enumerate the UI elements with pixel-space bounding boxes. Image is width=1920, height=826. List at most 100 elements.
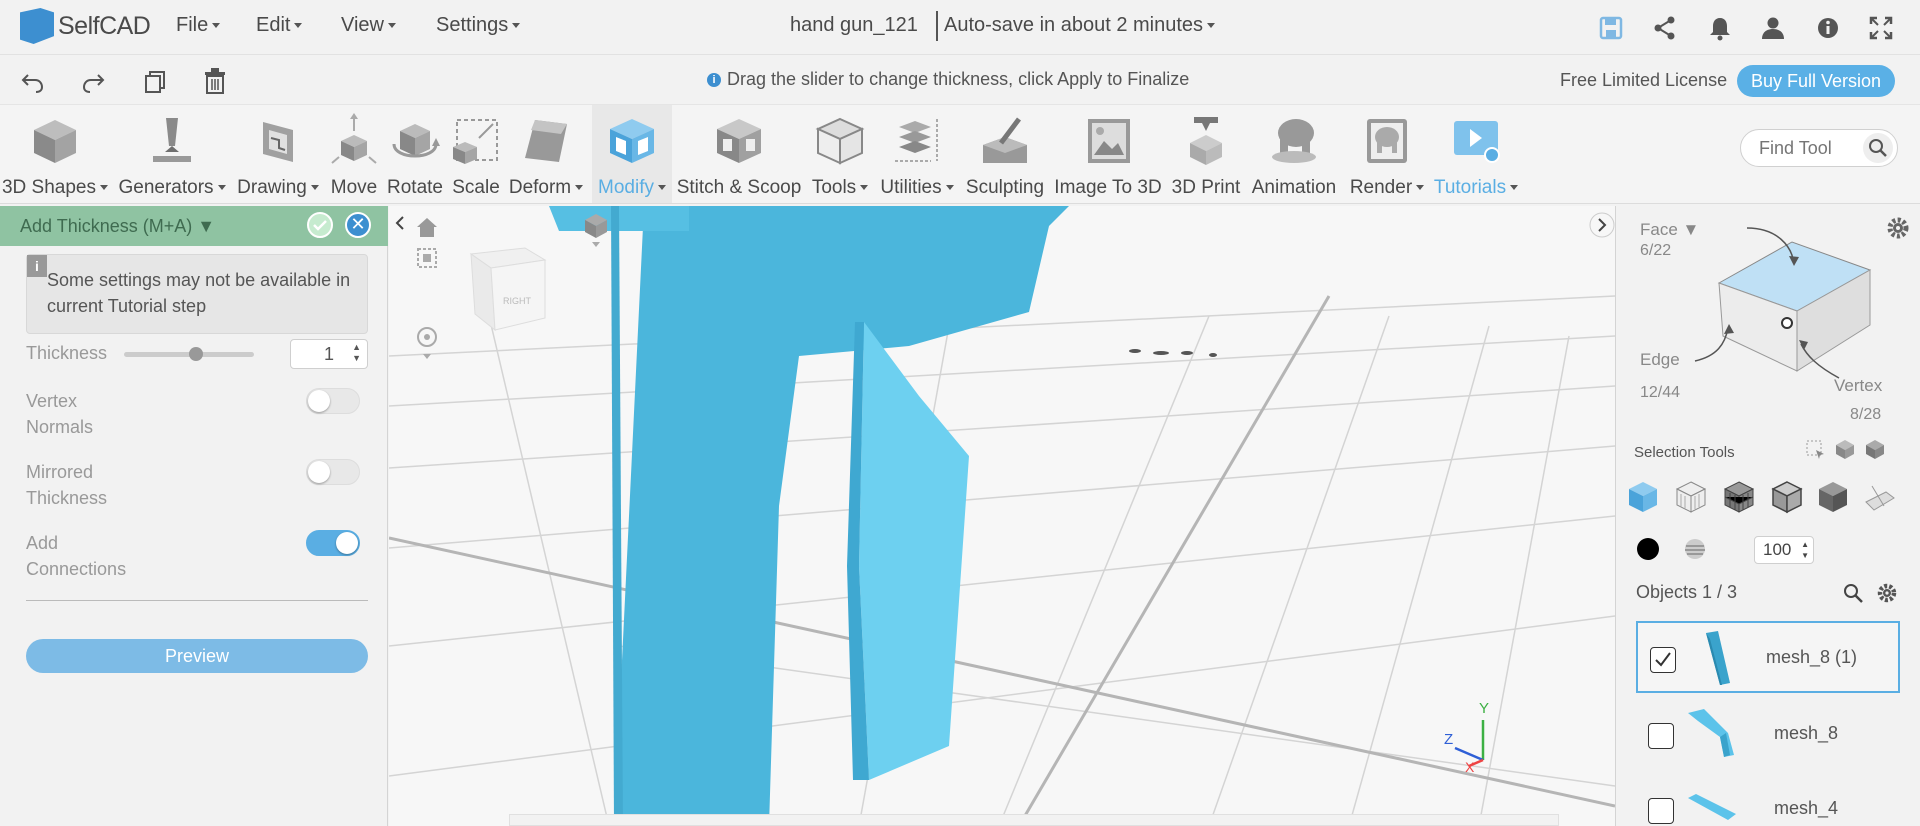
home-view-icon[interactable] (415, 216, 439, 240)
select-object-icon[interactable] (1770, 480, 1804, 514)
document-title[interactable]: hand gun_121 (790, 14, 918, 37)
object-name[interactable]: mesh_8 (1) (1766, 647, 1857, 668)
tool-modify[interactable]: Modify (592, 105, 672, 203)
preview-button[interactable]: Preview (26, 639, 368, 673)
select-face-icon[interactable] (1626, 480, 1660, 514)
animation-icon (1272, 119, 1316, 163)
view-mode-icon[interactable] (583, 212, 609, 250)
add-connections-toggle[interactable] (306, 530, 360, 556)
buy-full-version-button[interactable]: Buy Full Version (1737, 65, 1895, 97)
object-row[interactable]: mesh_8 (1636, 699, 1900, 771)
axis-x-label: X (1465, 759, 1475, 775)
collapse-left-panel-icon[interactable] (391, 214, 409, 232)
object-checkbox[interactable] (1648, 798, 1674, 824)
tool-render[interactable]: Render (1346, 105, 1428, 203)
tool-3d-shapes[interactable]: 3D Shapes (0, 105, 110, 203)
selected-face[interactable] (859, 322, 969, 780)
menu-bar: SelfCAD File Edit View Settings hand gun… (0, 0, 1920, 54)
tool-animation[interactable]: Animation (1246, 105, 1342, 203)
mirrored-thickness-toggle[interactable] (306, 459, 360, 485)
select-edge-icon[interactable] (1674, 480, 1708, 514)
menu-settings[interactable]: Settings (436, 14, 520, 37)
thickness-slider[interactable] (124, 347, 254, 361)
object-row[interactable]: mesh_4 (1636, 774, 1900, 826)
tool-hint: i Drag the slider to change thickness, c… (707, 69, 1189, 90)
tool-rotate[interactable]: Rotate (384, 105, 446, 203)
color-swatch[interactable] (1637, 538, 1659, 560)
object-name[interactable]: mesh_8 (1774, 723, 1838, 744)
select-plane-icon[interactable] (1862, 480, 1896, 514)
solid-select-icon[interactable] (1864, 438, 1886, 460)
grid-floor (389, 295, 1615, 826)
vertex-normals-toggle[interactable] (306, 388, 360, 414)
find-tool-search[interactable] (1740, 129, 1898, 167)
logo-icon (20, 8, 54, 44)
find-tool-input[interactable] (1759, 138, 1859, 159)
gear-icon[interactable] (1886, 216, 1910, 240)
collapse-right-panel-icon[interactable] (1589, 210, 1615, 240)
fullscreen-icon[interactable] (1868, 15, 1894, 41)
tool-deform[interactable]: Deform (506, 105, 586, 203)
tool-image-to-3d[interactable]: Image To 3D (1050, 105, 1166, 203)
tool-stitch-scoop[interactable]: Stitch & Scoop (676, 105, 802, 203)
object-thumbnail (1706, 631, 1730, 685)
object-row[interactable]: mesh_8 (1) (1636, 621, 1900, 693)
hand-gun-model[interactable] (539, 206, 1069, 826)
save-icon[interactable] (1598, 15, 1624, 41)
tool-move[interactable]: Move (324, 105, 384, 203)
search-objects-icon[interactable] (1842, 582, 1864, 604)
object-name[interactable]: mesh_4 (1774, 798, 1838, 819)
cube-select-icon[interactable] (1834, 438, 1856, 460)
object-thumbnail (1688, 794, 1736, 820)
undo-icon[interactable] (20, 69, 46, 95)
selfcad-logo[interactable]: SelfCAD (20, 8, 151, 44)
tool-tools[interactable]: Tools (806, 105, 874, 203)
generator-icon (153, 118, 191, 162)
thickness-slider-knob[interactable] (188, 347, 203, 361)
camera-orbit-icon[interactable] (414, 326, 440, 362)
texture-icon[interactable] (1682, 536, 1708, 562)
scene-canvas[interactable]: Y Z X (389, 206, 1615, 826)
tool-sculpting[interactable]: Sculpting (962, 105, 1048, 203)
tool-settings-panel: Add Thickness (M+A) ▼ ✕ i Some settings … (0, 206, 388, 826)
opacity-input[interactable]: 100 ▲ ▼ (1754, 536, 1814, 564)
drawing-icon (263, 122, 293, 162)
panel-title: Add Thickness (M+A) ▼ (20, 216, 216, 236)
info-icon[interactable] (1815, 15, 1841, 41)
tool-3d-print[interactable]: 3D Print (1166, 105, 1246, 203)
tool-generators[interactable]: Generators (116, 105, 228, 203)
object-checkbox[interactable] (1650, 647, 1676, 673)
close-button[interactable]: ✕ (345, 212, 371, 238)
menu-file[interactable]: File (176, 14, 220, 37)
tool-tutorials[interactable]: Tutorials (1430, 105, 1522, 203)
search-icon[interactable] (1863, 133, 1893, 163)
menu-view[interactable]: View (341, 14, 396, 37)
delete-icon[interactable] (202, 67, 228, 95)
apply-button[interactable] (307, 212, 333, 238)
select-vertex-icon[interactable] (1722, 480, 1756, 514)
hint-info-icon: i (707, 72, 721, 87)
redo-icon[interactable] (80, 69, 106, 95)
bell-icon[interactable] (1707, 15, 1733, 41)
action-bar: i Drag the slider to change thickness, c… (0, 54, 1920, 104)
tool-utilities[interactable]: Utilities (876, 105, 958, 203)
3d-viewport[interactable]: Y Z X RIGHT (389, 206, 1615, 826)
timeline-strip[interactable] (509, 814, 1559, 826)
menu-edit[interactable]: Edit (256, 14, 302, 37)
object-checkbox[interactable] (1648, 723, 1674, 749)
select-group-icon[interactable] (1816, 480, 1850, 514)
rotate-icon (392, 124, 440, 158)
autosave-status[interactable]: Auto-save in about 2 minutes (944, 14, 1215, 37)
copy-icon[interactable] (142, 69, 168, 95)
focus-view-icon[interactable] (415, 246, 439, 270)
user-icon[interactable] (1760, 15, 1786, 41)
tool-scale[interactable]: Scale (448, 105, 504, 203)
share-icon[interactable] (1652, 15, 1678, 41)
view-cube[interactable]: RIGHT (459, 240, 559, 334)
tutorial-note: i Some settings may not be available in … (26, 254, 368, 334)
thickness-input[interactable]: 1 ▲ ▼ (290, 339, 368, 369)
box-select-icon[interactable] (1804, 438, 1826, 460)
tool-drawing[interactable]: Drawing (234, 105, 322, 203)
objects-settings-gear-icon[interactable] (1876, 582, 1898, 604)
sculpting-icon (983, 117, 1027, 163)
